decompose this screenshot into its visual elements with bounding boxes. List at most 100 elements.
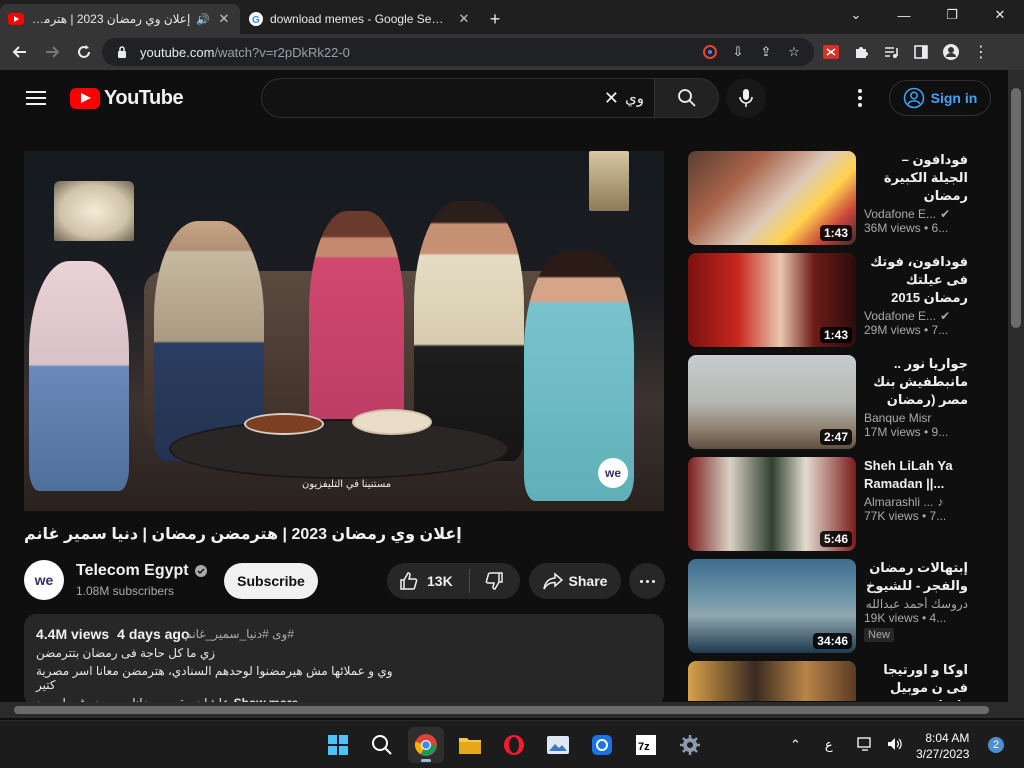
description-hashtags[interactable]: #وى #دنيا_سمير_غانم xyxy=(184,627,294,641)
lock-icon[interactable] xyxy=(112,46,132,58)
youtube-logo[interactable]: YouTube xyxy=(70,87,184,110)
chevron-up-icon[interactable]: ⌃ xyxy=(790,737,801,753)
channel-avatar[interactable]: we xyxy=(24,560,64,600)
side-panel-icon[interactable] xyxy=(908,38,934,66)
menu-hamburger-icon[interactable] xyxy=(16,78,56,118)
description-line-1: زي ما كل حاجة فى رمضان بتترمضن xyxy=(36,646,216,660)
video-duration: 1:43 xyxy=(819,327,852,343)
back-icon[interactable] xyxy=(6,38,34,66)
video-title: إعلان وي رمضان 2023 | هترمضن رمضان | دني… xyxy=(24,526,462,543)
search-icon xyxy=(677,89,696,107)
settings-kebab-icon[interactable] xyxy=(850,88,870,108)
network-icon[interactable] xyxy=(857,736,873,754)
youtube-header: YouTube ✕ وي Sign in xyxy=(0,70,1008,126)
related-title: فودافون – الجيلة الكبيرة رمضان xyxy=(883,152,968,203)
clock[interactable]: 8:04 AM 3/27/2023 xyxy=(916,730,969,762)
tab-search-icon[interactable]: ⌄ xyxy=(832,0,880,30)
more-actions-icon[interactable] xyxy=(629,563,665,599)
lamp-shade xyxy=(54,181,134,241)
install-app-icon[interactable]: ⇩ xyxy=(728,44,748,60)
description-meta: 4.4M views 4 days ago xyxy=(36,626,190,642)
subscribe-button[interactable]: Subscribe xyxy=(224,563,318,599)
bowl-sweets xyxy=(352,409,432,435)
video-thumbnail[interactable]: 5:46 xyxy=(688,457,856,551)
chrome-icon[interactable] xyxy=(408,727,444,763)
related-video[interactable]: 1:43 فودافون، فوتك فى عيلتك رمضان 2015 V… xyxy=(688,253,992,355)
share-page-icon[interactable]: ⇪ xyxy=(756,44,776,60)
app-circle-icon[interactable] xyxy=(584,727,620,763)
restore-icon[interactable]: ❐ xyxy=(928,0,976,30)
minimize-icon[interactable]: — xyxy=(880,0,928,30)
channel-name[interactable]: Telecom Egypt xyxy=(76,562,207,580)
vertical-scrollbar[interactable] xyxy=(1008,70,1024,702)
related-channel: Vodafone E... ✔ xyxy=(864,207,951,221)
related-video[interactable]: 2:47 جواريا نور .. مانبطفيش بنك مصر (رمض… xyxy=(688,355,992,457)
video-thumbnail[interactable] xyxy=(688,661,856,701)
related-channel: دروسك أحمد عبدالله xyxy=(865,597,968,611)
windows-taskbar: 7z ⌃ ع 8:04 AM 3/27/2023 2 xyxy=(0,720,1024,768)
seven-zip-icon[interactable]: 7z xyxy=(628,727,664,763)
windows-start-icon[interactable] xyxy=(320,727,356,763)
google-lens-icon[interactable] xyxy=(700,44,720,60)
file-explorer-icon[interactable] xyxy=(452,727,488,763)
search-button[interactable] xyxy=(655,78,719,118)
scroll-thumb[interactable] xyxy=(14,706,989,714)
voice-search-button[interactable] xyxy=(726,78,766,118)
search-clear-icon[interactable]: ✕ xyxy=(604,88,619,109)
search-icon[interactable] xyxy=(364,727,400,763)
related-channel: Almarashli ... ♪ xyxy=(864,495,944,509)
settings-gear-icon[interactable] xyxy=(672,727,708,763)
thumbs-up-icon xyxy=(400,572,418,590)
address-bar[interactable]: youtube.com/watch?v=r2pDkRk22-0 ⇩ ⇪ ☆ xyxy=(102,38,814,66)
video-duration: 34:46 xyxy=(813,633,852,649)
video-thumbnail[interactable]: 1:43 xyxy=(688,151,856,245)
opera-icon[interactable] xyxy=(496,727,532,763)
coffee-table xyxy=(169,419,509,479)
scroll-thumb[interactable] xyxy=(1011,88,1021,328)
close-tab-icon[interactable]: ✕ xyxy=(456,11,472,27)
input-language[interactable]: ع xyxy=(825,737,833,753)
bowl-dates xyxy=(244,413,324,435)
video-thumbnail[interactable]: 34:46 xyxy=(688,559,856,653)
sign-in-button[interactable]: Sign in xyxy=(889,80,991,116)
photos-icon[interactable] xyxy=(540,727,576,763)
description-box[interactable]: 4.4M views 4 days ago #وى #دنيا_سمير_غان… xyxy=(24,614,664,706)
close-tab-icon[interactable]: ✕ xyxy=(216,11,232,27)
tab-google[interactable]: G download memes - Google Search ✕ xyxy=(240,4,480,34)
video-thumbnail[interactable]: 1:43 xyxy=(688,253,856,347)
media-control-icon[interactable] xyxy=(878,38,904,66)
related-videos: 1:43 فودافون – الجيلة الكبيرة رمضان Voda… xyxy=(688,151,992,701)
related-video[interactable]: اوكا و اورتيجا فى ن موبيل دايما مع xyxy=(688,661,992,701)
person-1 xyxy=(29,261,129,491)
related-video[interactable]: 5:46 Sheh LiLah Ya Ramadan ||... Almaras… xyxy=(688,457,992,559)
google-favicon-icon: G xyxy=(249,12,263,26)
video-thumbnail[interactable]: 2:47 xyxy=(688,355,856,449)
like-button[interactable]: 13K xyxy=(387,569,470,593)
bookmark-star-icon[interactable]: ☆ xyxy=(784,44,804,60)
search-input[interactable]: ✕ وي xyxy=(261,78,655,118)
related-channel: Banque Misr xyxy=(864,411,932,425)
reload-icon[interactable] xyxy=(70,38,98,66)
forward-icon[interactable] xyxy=(38,38,66,66)
share-button[interactable]: Share xyxy=(529,563,621,599)
account-circle-icon xyxy=(903,87,924,109)
close-window-icon[interactable]: ✕ xyxy=(976,0,1024,30)
related-video[interactable]: 1:43 فودافون – الجيلة الكبيرة رمضان Voda… xyxy=(688,151,992,253)
chrome-menu-icon[interactable]: ⋮ xyxy=(968,38,994,66)
volume-icon[interactable] xyxy=(887,737,903,754)
tab-youtube[interactable]: إعلان وي رمضان 2023 | هترمضن 🔊 ✕ xyxy=(0,4,240,34)
related-video[interactable]: 34:46 إبتهالات رمضان والفجر - للشيوخ درو… xyxy=(688,559,992,661)
related-views: 36M views • 6... xyxy=(864,221,949,235)
new-tab-button[interactable]: + xyxy=(480,4,510,34)
dislike-button[interactable] xyxy=(470,571,518,591)
window-controls: ⌄ — ❐ ✕ xyxy=(832,0,1024,30)
video-player[interactable]: we مستنينا في التليفزيون xyxy=(24,151,664,511)
owner-row: we Telecom Egypt 1.08M subscribers Subsc… xyxy=(24,560,665,600)
horizontal-scrollbar[interactable] xyxy=(0,702,1024,718)
profile-icon[interactable] xyxy=(938,38,964,66)
extension-red-icon[interactable] xyxy=(818,38,844,66)
extensions-puzzle-icon[interactable] xyxy=(848,38,874,66)
speaker-icon[interactable]: 🔊 xyxy=(196,13,210,26)
notification-badge[interactable]: 2 xyxy=(988,737,1004,753)
video-duration: 5:46 xyxy=(819,531,852,547)
